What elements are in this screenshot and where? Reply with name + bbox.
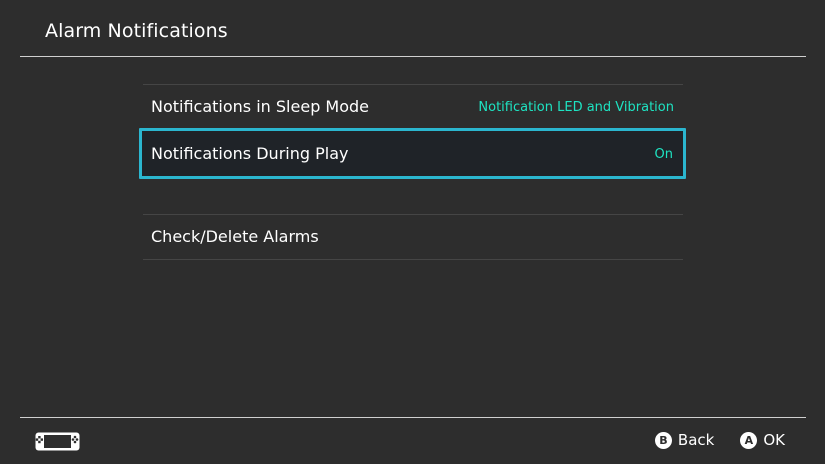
footer-actions: B Back A OK	[654, 431, 785, 449]
menu-item-check-delete-alarms[interactable]: Check/Delete Alarms	[143, 214, 683, 260]
menu-item-during-play-notifications[interactable]: Notifications During Play On	[139, 128, 686, 179]
header-divider	[20, 56, 806, 57]
handheld-console-icon	[35, 432, 80, 451]
ok-button[interactable]: A OK	[740, 431, 785, 449]
a-button-icon: A	[740, 431, 758, 449]
back-button[interactable]: B Back	[654, 431, 715, 449]
menu-item-label: Notifications During Play	[151, 144, 349, 163]
footer-divider	[20, 417, 806, 418]
back-label: Back	[677, 431, 715, 449]
ok-label: OK	[763, 431, 785, 449]
menu-item-label: Check/Delete Alarms	[151, 227, 319, 246]
menu-item-value: On	[654, 147, 673, 162]
alarm-notifications-screen: Alarm Notifications Notifications in Sle…	[0, 0, 825, 464]
menu-item-value: Notification LED and Vibration	[478, 100, 674, 115]
page-title: Alarm Notifications	[45, 20, 228, 42]
menu-item-label: Notifications in Sleep Mode	[151, 97, 370, 116]
b-button-icon: B	[654, 431, 672, 449]
menu-item-sleep-mode-notifications[interactable]: Notifications in Sleep Mode Notification…	[143, 84, 683, 130]
